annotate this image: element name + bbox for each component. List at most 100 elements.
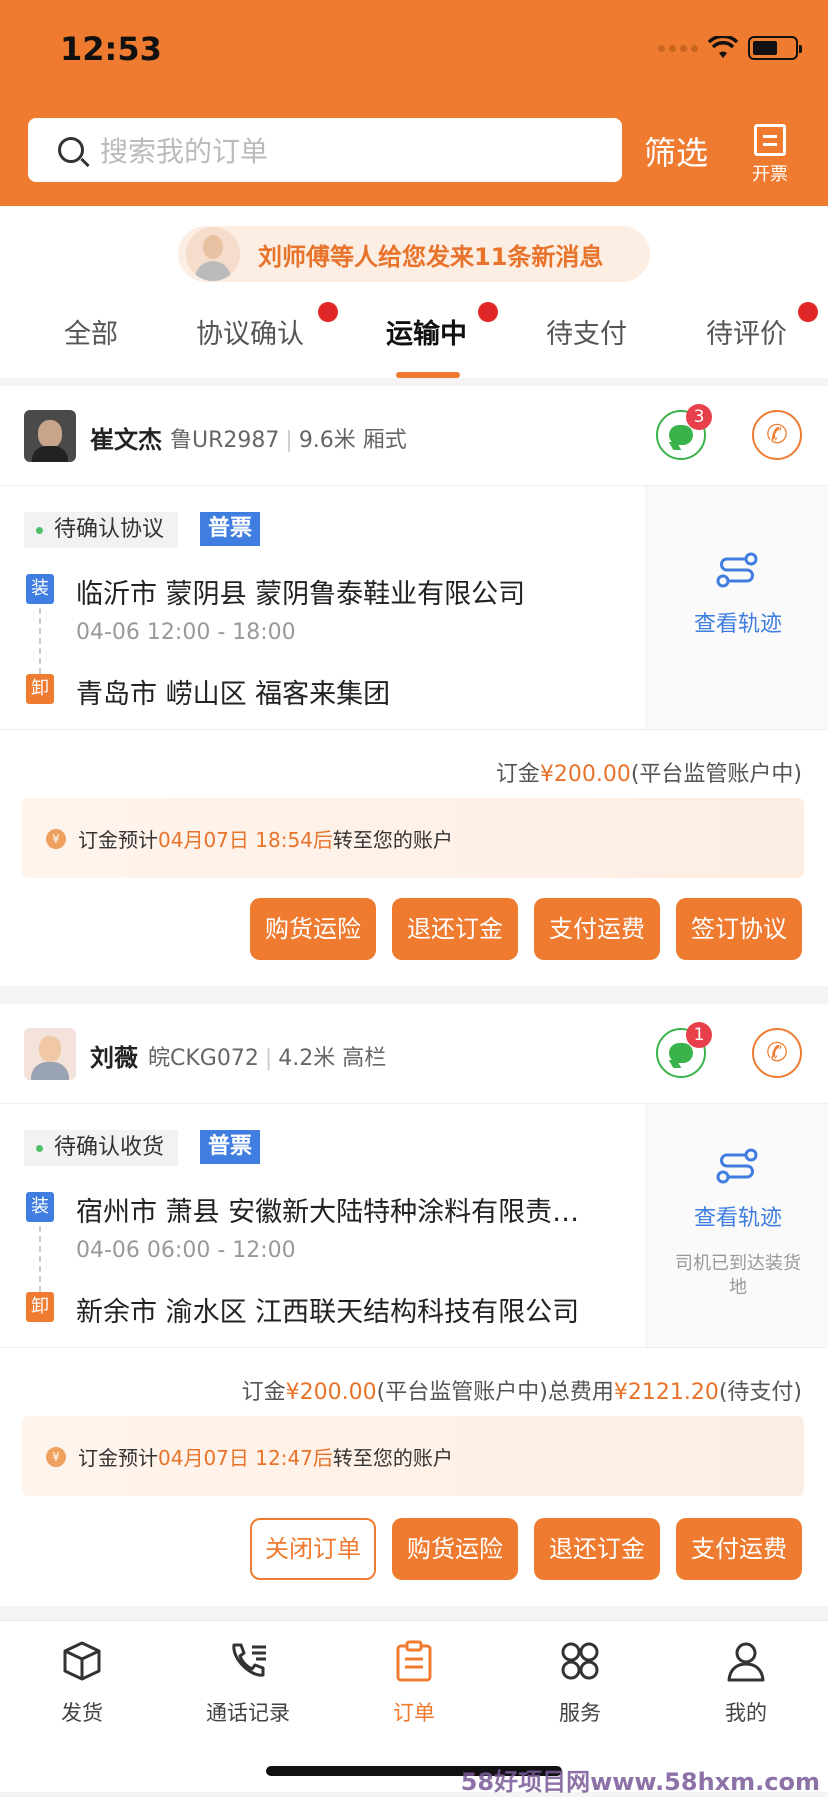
vehicle-info: 皖CKG072 | 4.2米 高栏: [148, 1046, 387, 1071]
track-icon: [716, 1148, 758, 1184]
track-note: 司机已到达装货地: [675, 1253, 801, 1298]
tabbar-label: 我的: [725, 1701, 767, 1725]
message-notice[interactable]: 刘师傅等人给您发来11条新消息: [178, 226, 650, 282]
tabbar-call-log[interactable]: 通话记录: [188, 1639, 308, 1727]
tab-to-pay[interactable]: 待支付: [546, 312, 627, 351]
track-icon: [716, 552, 758, 588]
refund-deposit-button[interactable]: 退还订金: [392, 898, 518, 960]
deposit-suffix: (平台监管账户中): [376, 1380, 548, 1405]
pay-freight-button[interactable]: 支付运费: [676, 1518, 802, 1580]
load-icon: 装: [26, 1192, 54, 1222]
deposit-prefix: 订金: [241, 1380, 286, 1405]
phone-icon: ✆: [766, 1038, 788, 1068]
driver-name: 崔文杰: [90, 426, 162, 454]
chat-button[interactable]: 1: [656, 1022, 712, 1078]
phone-list-icon: [232, 1643, 266, 1677]
tabbar-label: 订单: [393, 1701, 435, 1725]
tabbar-services[interactable]: 服务: [520, 1639, 640, 1727]
box-icon: [63, 1641, 101, 1681]
chat-button[interactable]: 3: [656, 404, 712, 460]
tabbar-mine[interactable]: 我的: [686, 1639, 806, 1727]
call-button[interactable]: ✆: [752, 1028, 802, 1078]
eta-prefix: 订金预计: [78, 828, 158, 852]
order-card[interactable]: 崔文杰 鲁UR2987 | 9.6米 厢式 3 ✆ 待确认协议 普票 装 临沂市 蒙…: [0, 386, 828, 986]
tabbar-ship[interactable]: 发货: [22, 1639, 142, 1727]
route-section: 待确认收货 普票 装 宿州市 萧县 安徽新大陆特种涂料有限责… 04-06 06…: [0, 1104, 646, 1348]
total-amount: ¥2121.20: [613, 1380, 719, 1405]
tab-to-review[interactable]: 待评价: [706, 312, 787, 351]
unload-icon: 卸: [26, 674, 54, 704]
route-from: 宿州市 萧县 安徽新大陆特种涂料有限责…: [76, 1197, 580, 1228]
deposit-info: 订金¥200.00(平台监管账户中): [496, 756, 802, 788]
battery-icon: [748, 36, 802, 60]
driver-row: 崔文杰 鲁UR2987 | 9.6米 厢式 3 ✆: [0, 386, 828, 486]
driver-avatar: [24, 1028, 76, 1080]
buy-cargo-insurance-button[interactable]: 购货运险: [250, 898, 376, 960]
route-time: 04-06 06:00 - 12:00: [76, 1238, 296, 1263]
tabbar-orders[interactable]: 订单: [354, 1639, 474, 1727]
call-button[interactable]: ✆: [752, 410, 802, 460]
sign-agreement-button[interactable]: 签订协议: [676, 898, 802, 960]
route-connector: [39, 608, 41, 674]
total-prefix: 总费用: [547, 1380, 614, 1405]
search-input[interactable]: 搜索我的订单: [28, 118, 622, 182]
tab-active-indicator: [396, 372, 460, 378]
tab-to-review-dot: [798, 302, 818, 322]
unload-icon: 卸: [26, 1292, 54, 1322]
filter-button[interactable]: 筛选: [644, 128, 708, 174]
notice-text: 刘师傅等人给您发来11条新消息: [258, 242, 604, 271]
status-icons: [658, 36, 802, 60]
tab-in-transit-dot: [478, 302, 498, 322]
deposit-suffix: (平台监管账户中): [630, 762, 802, 787]
status-time: 12:53: [60, 30, 162, 68]
deposit-amount: ¥200.00: [539, 762, 631, 787]
tab-agreement-dot: [318, 302, 338, 322]
invoice-label: 开票: [752, 164, 788, 185]
deposit-prefix: 订金: [495, 762, 540, 787]
tab-agreement[interactable]: 协议确认: [196, 312, 304, 351]
total-suffix: (待支付): [718, 1380, 802, 1405]
invoice-icon: [754, 124, 786, 156]
invoice-type-tag: 普票: [200, 1130, 261, 1164]
status-tag: 待确认协议: [24, 512, 179, 548]
eta-text: 订金预计04月07日 18:54后转至您的账户: [78, 824, 453, 853]
chat-icon: [669, 425, 693, 445]
deposit-eta-bar: ¥ 订金预计04月07日 12:47后转至您的账户: [22, 1416, 804, 1496]
deposit-amount: ¥200.00: [285, 1380, 377, 1405]
tabbar-label: 服务: [559, 1701, 601, 1725]
coin-icon: ¥: [46, 1447, 66, 1467]
route-from: 临沂市 蒙阴县 蒙阴鲁泰鞋业有限公司: [76, 579, 526, 610]
eta-text: 订金预计04月07日 12:47后转至您的账户: [78, 1442, 453, 1471]
status-tag: 待确认收货: [24, 1130, 179, 1166]
phone-icon: ✆: [766, 420, 788, 450]
signal-icon: [658, 44, 698, 52]
order-icon: [396, 1640, 432, 1682]
view-track-button[interactable]: 查看轨迹: [646, 486, 828, 730]
refund-deposit-button[interactable]: 退还订金: [534, 1518, 660, 1580]
plate-number: 皖CKG072: [148, 1046, 259, 1071]
invoice-button[interactable]: 开票: [744, 124, 796, 186]
buy-cargo-insurance-button[interactable]: 购货运险: [392, 1518, 518, 1580]
unread-badge: 3: [686, 404, 712, 430]
order-card[interactable]: 刘薇 皖CKG072 | 4.2米 高栏 1 ✆ 待确认收货 普票 装 宿州市 萧县…: [0, 1004, 828, 1606]
eta-time: 04月07日 18:54后: [158, 828, 333, 852]
order-tabs: 全部 协议确认 运输中 待支付 待评价: [0, 300, 828, 378]
eta-time: 04月07日 12:47后: [158, 1446, 333, 1470]
driver-avatar: [24, 410, 76, 462]
view-track-button[interactable]: 查看轨迹 司机已到达装货地: [646, 1104, 828, 1348]
tab-in-transit[interactable]: 运输中: [386, 312, 467, 351]
driver-row: 刘薇 皖CKG072 | 4.2米 高栏 1 ✆: [0, 1004, 828, 1104]
tab-all[interactable]: 全部: [64, 312, 118, 351]
route-to: 新余市 渝水区 江西联天结构科技有限公司: [76, 1297, 580, 1328]
vehicle-info: 鲁UR2987 | 9.6米 厢式: [170, 428, 407, 453]
pay-freight-button[interactable]: 支付运费: [534, 898, 660, 960]
plate-number: 鲁UR2987: [170, 428, 280, 453]
notice-avatar: [186, 227, 240, 281]
search-icon: [58, 137, 84, 163]
coin-icon: ¥: [46, 829, 66, 849]
close-order-button[interactable]: 关闭订单: [250, 1518, 376, 1580]
eta-prefix: 订金预计: [78, 1446, 158, 1470]
tabbar-label: 发货: [61, 1701, 103, 1725]
deposit-info: 订金¥200.00(平台监管账户中)总费用¥2121.20(待支付): [242, 1374, 802, 1406]
route-time: 04-06 12:00 - 18:00: [76, 620, 296, 645]
